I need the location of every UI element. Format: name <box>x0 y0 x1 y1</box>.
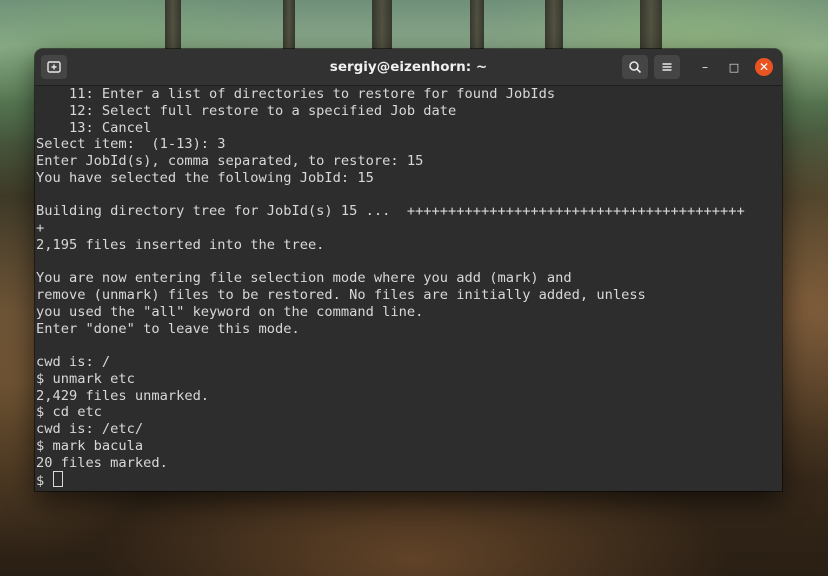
shell-prompt: $ <box>36 473 53 490</box>
terminal-line: $ mark bacula <box>36 437 144 454</box>
terminal-line: cwd is: /etc/ <box>36 421 144 437</box>
terminal-output-area[interactable]: 11: Enter a list of directories to resto… <box>35 86 782 491</box>
terminal-line: Enter JobId(s), comma separated, to rest… <box>36 153 424 169</box>
new-tab-button[interactable] <box>41 55 67 79</box>
terminal-text: 11: Enter a list of directories to resto… <box>36 86 745 490</box>
text-cursor <box>53 471 64 488</box>
hamburger-menu-icon <box>662 63 672 71</box>
minimize-button[interactable]: – <box>696 58 714 76</box>
menu-button[interactable] <box>654 55 680 79</box>
terminal-line: $ cd etc <box>36 404 102 421</box>
terminal-line: Building directory tree for JobId(s) 15 … <box>36 203 745 220</box>
terminal-line: 20 files marked. <box>36 454 168 471</box>
terminal-line: + <box>36 220 45 236</box>
terminal-line: 12: Select full restore to a specified J… <box>36 102 457 119</box>
terminal-line: 11: Enter a list of directories to resto… <box>36 86 556 102</box>
search-icon <box>629 61 642 74</box>
terminal-line: 13: Cancel <box>36 119 152 136</box>
prompt-line[interactable]: $ <box>36 471 745 490</box>
new-tab-icon <box>47 61 61 73</box>
terminal-line: 2,429 files unmarked. <box>36 387 210 404</box>
maximize-icon: □ <box>728 60 740 74</box>
terminal-line: Select item: (1-13): 3 <box>36 136 226 153</box>
terminal-line: cwd is: / <box>36 354 111 370</box>
terminal-line: Enter "done" to leave this mode. <box>36 320 300 337</box>
terminal-line: remove (unmark) files to be restored. No… <box>36 287 646 303</box>
terminal-line: You have selected the following JobId: 1… <box>36 169 374 186</box>
terminal-line: $ unmark etc <box>36 370 135 387</box>
terminal-line: 2,195 files inserted into the tree. <box>36 236 325 253</box>
close-icon: ✕ <box>758 60 770 74</box>
title-bar[interactable]: sergiy@eizenhorn: ~ – □ ✕ <box>35 49 782 86</box>
terminal-window[interactable]: sergiy@eizenhorn: ~ – □ ✕ 11: Enter a li… <box>35 49 782 491</box>
close-button[interactable]: ✕ <box>755 58 773 76</box>
search-button[interactable] <box>622 55 648 79</box>
maximize-button[interactable]: □ <box>725 58 743 76</box>
terminal-line: you used the "all" keyword on the comman… <box>36 303 424 320</box>
terminal-line: You are now entering file selection mode… <box>36 270 572 287</box>
minimize-icon: – <box>702 60 708 74</box>
